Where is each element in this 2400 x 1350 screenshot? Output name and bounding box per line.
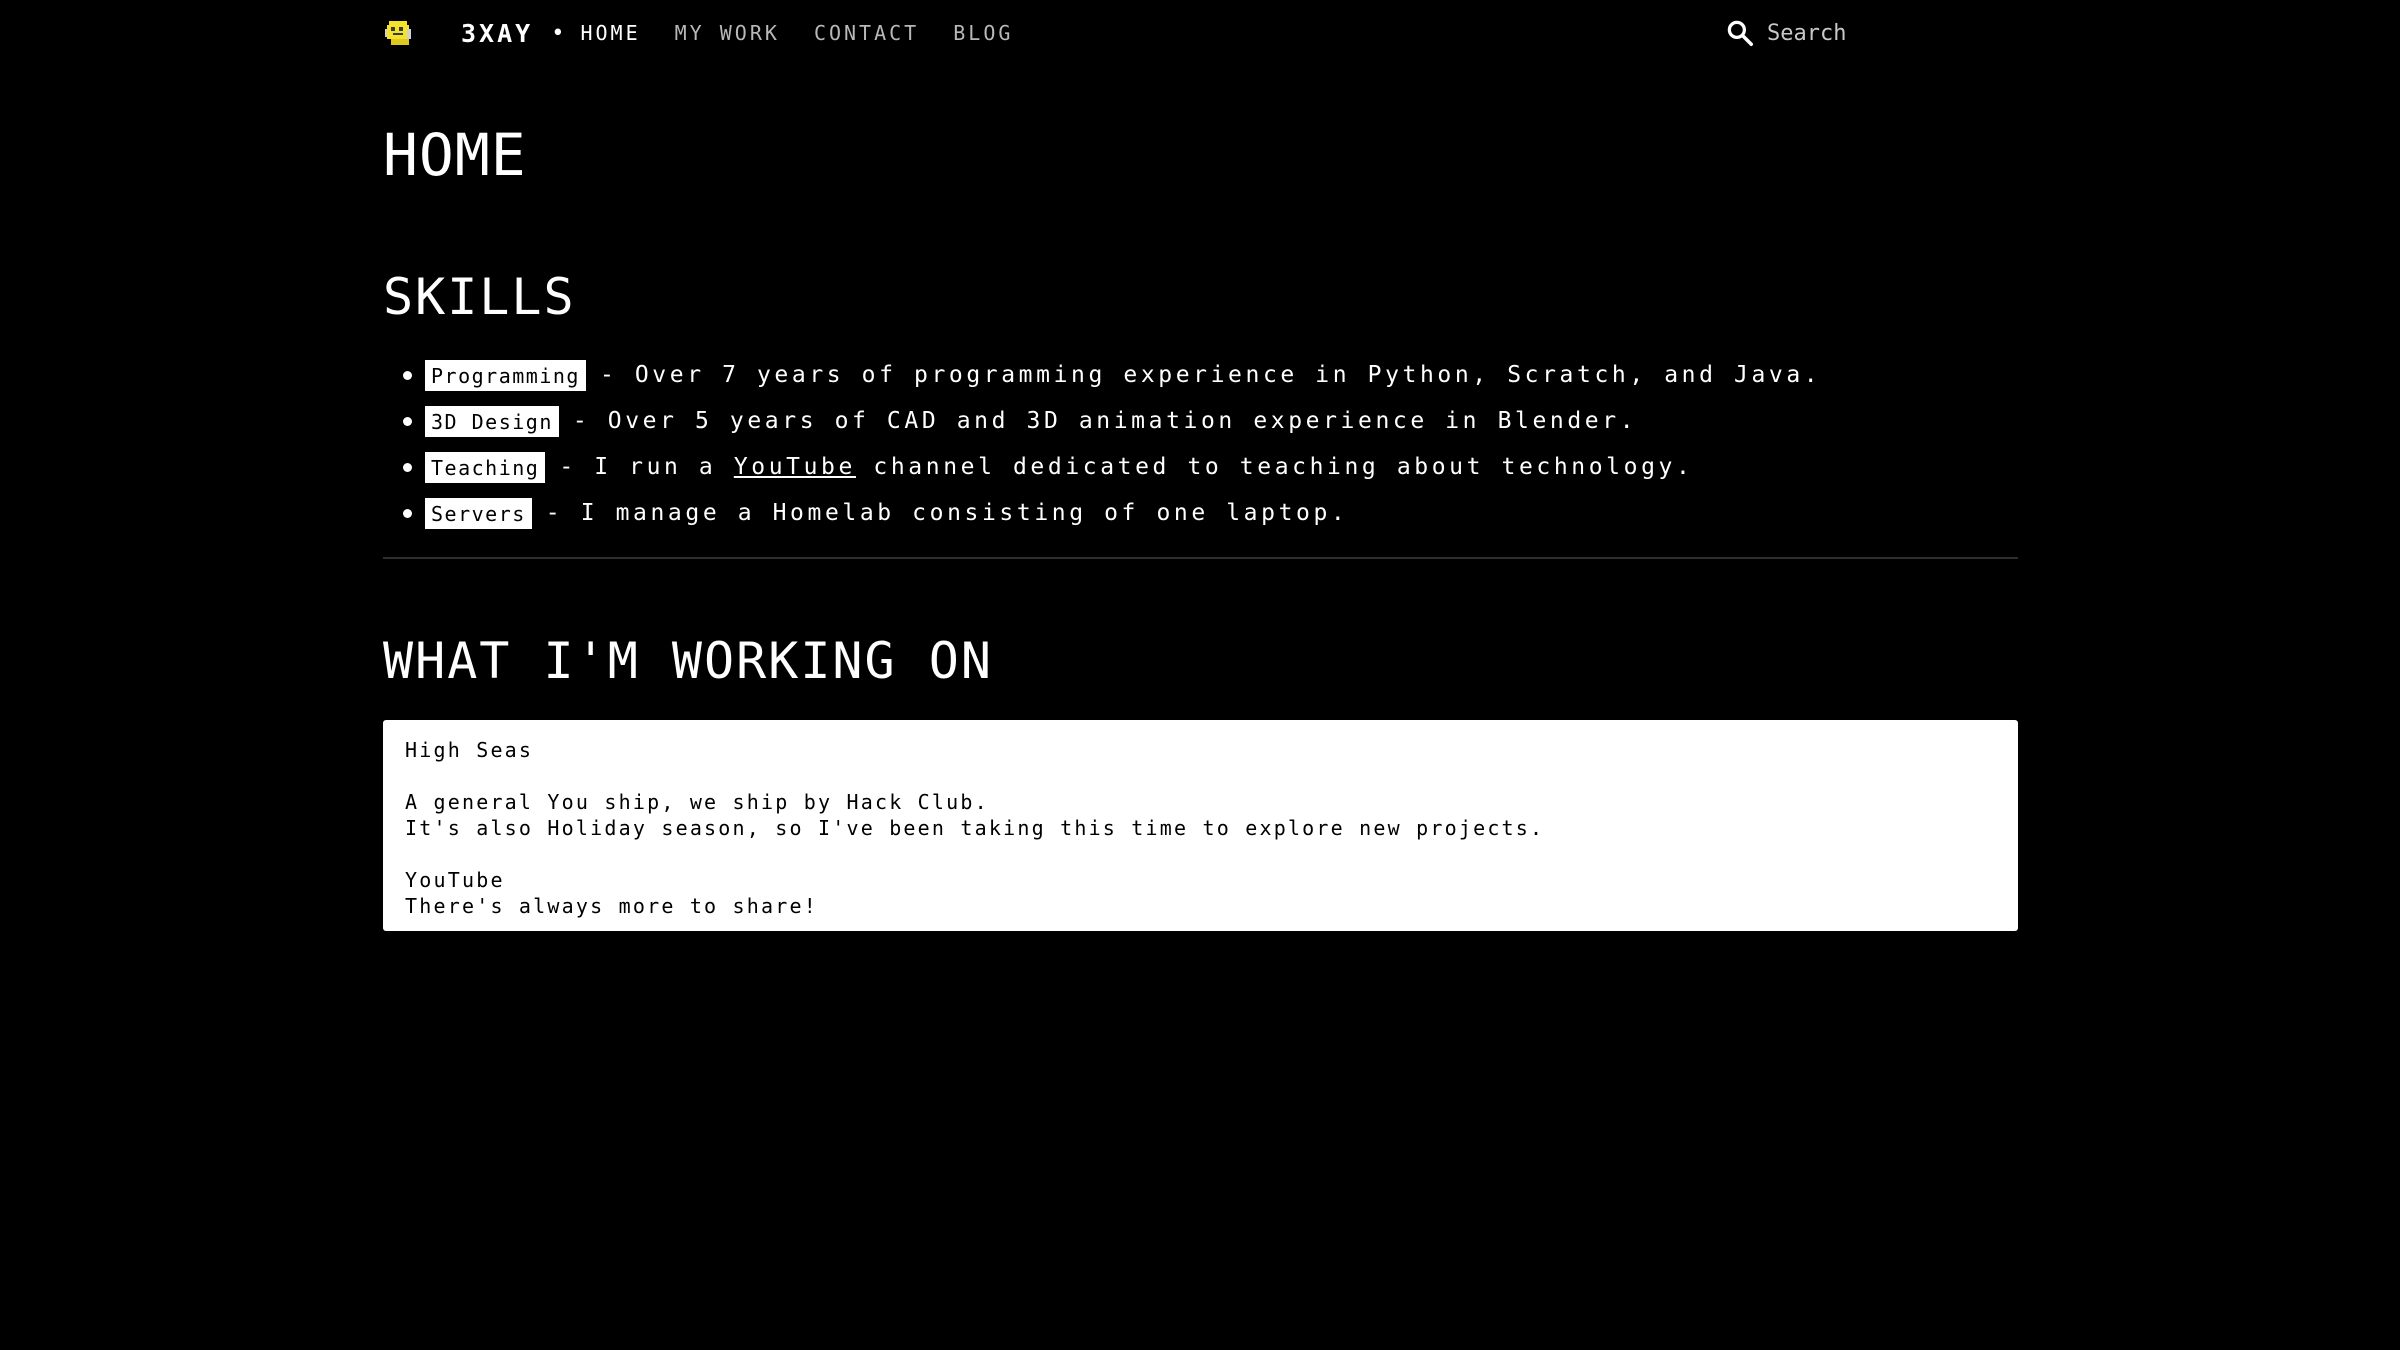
title-separator: • bbox=[551, 20, 565, 46]
skill-description: - I run a bbox=[559, 454, 717, 480]
nav-my-work[interactable]: MY WORK bbox=[675, 21, 780, 45]
project-description: It's also Holiday season, so I've been t… bbox=[405, 816, 1545, 840]
search-icon[interactable] bbox=[1725, 18, 1755, 48]
page: 3XAY • HOME MY WORK CONTACT BLOG HOME SK… bbox=[0, 0, 2400, 1350]
nav-home[interactable]: HOME bbox=[580, 21, 640, 45]
working-on-box: High Seas A general You ship, we ship by… bbox=[383, 720, 2018, 931]
skill-tag: Teaching bbox=[425, 451, 546, 483]
skill-description: - I manage a Homelab consisting of one l… bbox=[545, 500, 1349, 526]
list-item: Teaching - I run a YouTube channel dedic… bbox=[383, 444, 1821, 490]
project-title: High Seas bbox=[405, 738, 534, 762]
skill-tag: Servers bbox=[425, 497, 532, 529]
skills-list: Programming - Over 7 years of programmin… bbox=[383, 352, 1821, 536]
project-description: There's always more to share! bbox=[405, 894, 818, 918]
search-bar[interactable] bbox=[1725, 12, 1947, 54]
project-title: YouTube bbox=[405, 868, 505, 892]
pixel-logo-icon[interactable] bbox=[383, 17, 415, 49]
skill-tag: Programming bbox=[425, 359, 586, 391]
youtube-link[interactable]: YouTube bbox=[734, 454, 856, 480]
skill-description: channel dedicated to teaching about tech… bbox=[873, 454, 1694, 480]
skill-tag: 3D Design bbox=[425, 405, 559, 437]
skills-heading: SKILLS bbox=[383, 268, 576, 326]
page-title: HOME bbox=[383, 121, 527, 189]
list-item: Programming - Over 7 years of programmin… bbox=[383, 352, 1821, 398]
bullet-icon bbox=[403, 462, 412, 472]
bullet-icon bbox=[403, 416, 412, 426]
skill-description: - Over 7 years of programming experience… bbox=[599, 362, 1822, 388]
site-title[interactable]: 3XAY bbox=[461, 19, 533, 48]
skill-description: - Over 5 years of CAD and 3D animation e… bbox=[572, 408, 1638, 434]
search-input[interactable] bbox=[1767, 20, 1947, 46]
list-item: Servers - I manage a Homelab consisting … bbox=[383, 490, 1821, 536]
project-description: A general You ship, we ship by Hack Club… bbox=[405, 790, 989, 814]
bullet-icon bbox=[403, 370, 412, 380]
list-item: 3D Design - Over 5 years of CAD and 3D a… bbox=[383, 398, 1821, 444]
bullet-icon bbox=[403, 508, 412, 518]
nav-blog[interactable]: BLOG bbox=[953, 21, 1013, 45]
working-on-heading: WHAT I'M WORKING ON bbox=[383, 632, 993, 690]
nav-contact[interactable]: CONTACT bbox=[814, 21, 919, 45]
section-divider bbox=[383, 557, 2018, 559]
